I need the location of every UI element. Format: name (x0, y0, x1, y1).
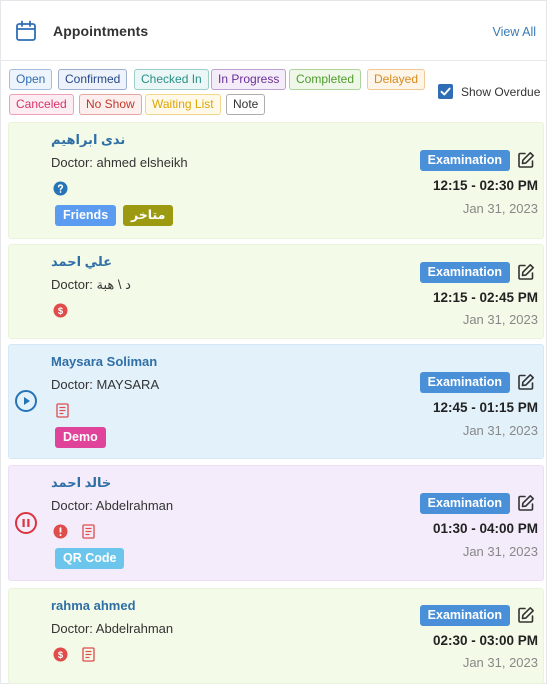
appointment-date: Jan 31, 2023 (462, 544, 538, 559)
dollar-icon: $ (53, 647, 68, 662)
doctor-name: Doctor: Abdelrahman (51, 498, 174, 513)
dollar-icon: $ (53, 303, 68, 318)
check-icon (440, 87, 451, 96)
appointment-time: 12:15 - 02:30 PM (432, 178, 538, 193)
appointment-time: 01:30 - 04:00 PM (432, 521, 538, 536)
appointment-date: Jan 31, 2023 (462, 312, 538, 327)
filter-chip-waiting-list[interactable]: Waiting List (145, 94, 221, 115)
tag-delayed: متاخر (123, 205, 174, 226)
patient-name[interactable]: ندى ابراهيم (51, 132, 125, 148)
note-icon (82, 524, 95, 539)
appointment-type-badge: Examination (419, 605, 510, 626)
appointment-time: 12:45 - 01:15 PM (432, 400, 538, 415)
appointments-panel: Appointments View All Open Confirmed Che… (0, 0, 547, 684)
note-icon (56, 403, 69, 418)
filter-chip-in-progress[interactable]: In Progress (211, 69, 287, 90)
note-icon (82, 647, 95, 662)
page-title: Appointments (53, 23, 149, 39)
edit-icon[interactable] (517, 263, 535, 281)
edit-icon[interactable] (517, 606, 535, 624)
filter-chip-open[interactable]: Open (9, 69, 53, 90)
appointment-card[interactable]: Maysara Soliman Doctor: MAYSARA Demo Exa… (8, 344, 544, 459)
appointment-type-badge: Examination (419, 493, 510, 514)
show-overdue-label: Show Overdue (461, 85, 541, 99)
appointment-date: Jan 31, 2023 (462, 423, 538, 438)
appointment-date: Jan 31, 2023 (462, 201, 538, 216)
panel-header: Appointments View All (1, 1, 546, 61)
appointment-card[interactable]: rahma ahmed Doctor: Abdelrahman $ Examin… (8, 588, 544, 684)
patient-name[interactable]: rahma ahmed (51, 598, 136, 613)
view-all-link[interactable]: View All (492, 25, 536, 39)
tag-demo: Demo (55, 427, 106, 448)
appointment-card[interactable]: خالد احمد Doctor: Abdelrahman QR Code Ex… (8, 465, 544, 581)
doctor-name: Doctor: د \ هبة (51, 277, 131, 292)
appointment-card[interactable]: ندى ابراهيم Doctor: ahmed elsheikh Frien… (8, 122, 544, 239)
filter-chip-checked-in[interactable]: Checked In (134, 69, 209, 90)
doctor-name: Doctor: Abdelrahman (51, 621, 174, 636)
play-icon[interactable] (15, 390, 37, 412)
help-icon (53, 181, 68, 196)
filter-chip-no-show[interactable]: No Show (79, 94, 142, 115)
edit-icon[interactable] (517, 151, 535, 169)
show-overdue-checkbox[interactable] (438, 84, 453, 99)
filter-chip-delayed[interactable]: Delayed (367, 69, 426, 90)
alert-icon (53, 524, 68, 539)
appointment-time: 12:15 - 02:45 PM (432, 290, 538, 305)
filter-chip-confirmed[interactable]: Confirmed (58, 69, 128, 90)
patient-name[interactable]: خالد احمد (51, 475, 111, 491)
edit-icon[interactable] (517, 373, 535, 391)
patient-name[interactable]: علي احمد (51, 254, 112, 270)
pause-icon[interactable] (15, 512, 37, 534)
patient-name[interactable]: Maysara Soliman (51, 354, 157, 369)
svg-text:$: $ (58, 306, 64, 317)
edit-icon[interactable] (517, 494, 535, 512)
appointment-date: Jan 31, 2023 (462, 655, 538, 670)
tag-qr-code: QR Code (55, 548, 125, 569)
appointment-type-badge: Examination (419, 262, 510, 283)
doctor-name: Doctor: ahmed elsheikh (51, 155, 188, 170)
tag-friends: Friends (55, 205, 117, 226)
filter-chip-completed[interactable]: Completed (289, 69, 362, 90)
filter-chip-note[interactable]: Note (226, 94, 266, 115)
appointment-type-badge: Examination (419, 372, 510, 393)
filter-chip-canceled[interactable]: Canceled (9, 94, 74, 115)
calendar-icon (16, 20, 36, 41)
svg-text:$: $ (58, 650, 64, 661)
appointment-type-badge: Examination (419, 150, 510, 171)
doctor-name: Doctor: MAYSARA (51, 377, 160, 392)
appointment-time: 02:30 - 03:00 PM (432, 633, 538, 648)
appointment-card[interactable]: علي احمد Doctor: د \ هبة $ Examination 1… (8, 244, 544, 339)
